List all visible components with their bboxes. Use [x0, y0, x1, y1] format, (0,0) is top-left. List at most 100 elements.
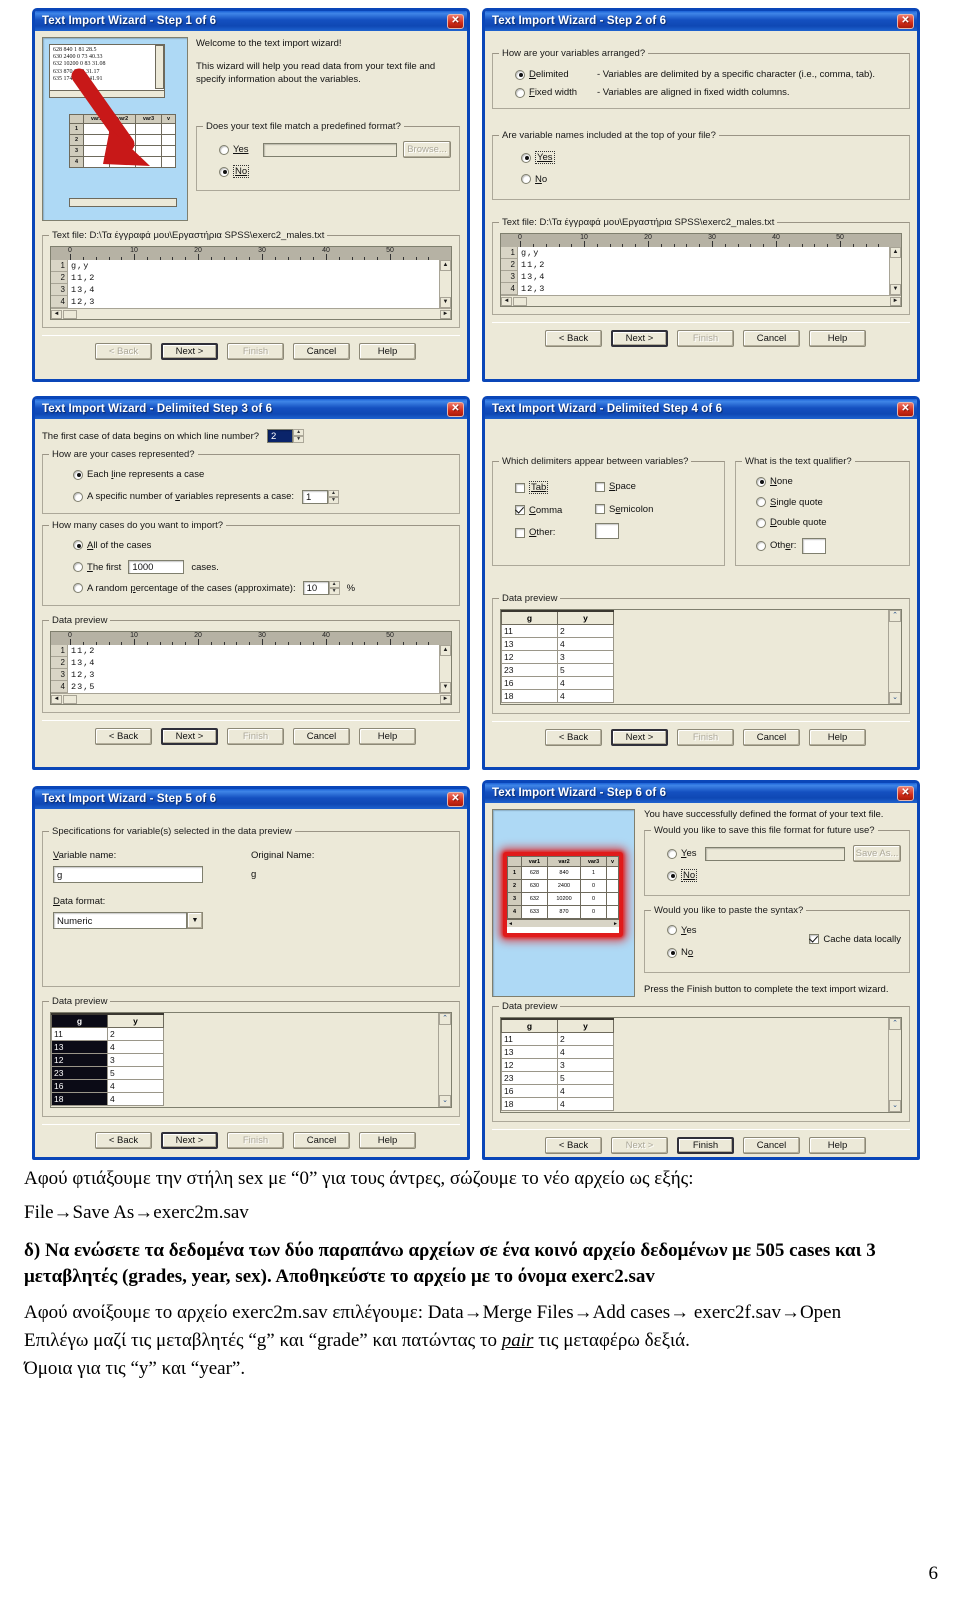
next-button[interactable]: Next >	[161, 343, 218, 360]
radio-qualifier-double[interactable]: Double quote	[756, 517, 827, 528]
column-header-selected[interactable]: g	[51, 1013, 108, 1028]
help-button[interactable]: Help	[809, 1137, 866, 1154]
dialog-step-2[interactable]: Text Import Wizard - Step 2 of 6 ✕ How a…	[482, 8, 920, 382]
first-case-spinner[interactable]: 2 ▲ ▼	[267, 429, 305, 443]
specific-number-spinner[interactable]: 1 ▲ ▼	[302, 489, 339, 504]
cancel-button[interactable]: Cancel	[293, 1132, 350, 1149]
help-button[interactable]: Help	[359, 1132, 416, 1149]
dialog-step-4[interactable]: Text Import Wizard - Delimited Step 4 of…	[482, 396, 920, 770]
grid-vscrollbar[interactable]: ⌃ ⌄	[438, 1013, 451, 1107]
back-button[interactable]: < Back	[95, 343, 152, 360]
dialog-step-3[interactable]: Text Import Wizard - Delimited Step 3 of…	[32, 396, 470, 770]
finish-button[interactable]: Finish	[227, 1132, 284, 1149]
scroll-left-icon[interactable]: ◄	[508, 921, 513, 927]
back-button[interactable]: < Back	[545, 1137, 602, 1154]
scroll-right-icon[interactable]: ►	[440, 309, 451, 319]
close-icon[interactable]: ✕	[897, 401, 914, 417]
scroll-left-icon[interactable]: ◄	[51, 694, 62, 704]
radio-save-no[interactable]: No	[667, 869, 698, 882]
checkbox-space[interactable]: Space	[595, 481, 636, 492]
scroll-down-icon[interactable]: ▼	[890, 284, 901, 295]
help-button[interactable]: Help	[809, 728, 866, 746]
cancel-button[interactable]: Cancel	[743, 1137, 800, 1154]
file-preview-2[interactable]: 0 10 20 30 40 50 1 2 3 4 g,y 11,2 13,4 1…	[500, 233, 902, 307]
scroll-up-icon[interactable]: ▲	[440, 645, 451, 656]
scroll-down-icon[interactable]: ⌄	[439, 1095, 451, 1107]
back-button[interactable]: < Back	[95, 728, 152, 745]
preview-hscrollbar[interactable]: ◄ ►	[51, 693, 451, 704]
close-icon[interactable]: ✕	[447, 791, 464, 807]
next-button[interactable]: Next >	[611, 330, 668, 347]
radio-yes[interactable]: Yes	[219, 144, 249, 155]
column-header[interactable]: y	[557, 609, 614, 625]
finish-button[interactable]: Finish	[227, 343, 284, 360]
checkbox-cache-data[interactable]: Cache data locally	[809, 934, 901, 945]
data-grid-4[interactable]: g y 11 2 13 4 12 3 23 5 16 4 18 4 ⌃ ⌄	[500, 608, 902, 705]
scroll-down-icon[interactable]: ⌄	[889, 691, 901, 704]
spinner-buttons[interactable]: ▲ ▼	[293, 429, 305, 443]
finish-button[interactable]: Finish	[227, 728, 284, 745]
close-icon[interactable]: ✕	[447, 401, 464, 417]
save-as-button[interactable]: Save As...	[853, 845, 901, 862]
spinner-buttons[interactable]: ▲ ▼	[328, 489, 339, 504]
browse-button[interactable]: Browse...	[403, 141, 451, 158]
scroll-thumb[interactable]	[63, 694, 77, 704]
radio-delimited[interactable]: Delimited	[515, 69, 597, 80]
random-percent-spinner[interactable]: 10 ▲ ▼	[302, 581, 340, 595]
scroll-up-icon[interactable]: ⌃	[889, 1018, 901, 1030]
file-preview-3[interactable]: 0 10 20 30 40 50 1 2 3 4 11,2 13,4 12,3 …	[50, 631, 452, 705]
preview-vscrollbar[interactable]: ▲ ▼	[889, 247, 901, 295]
radio-each-line[interactable]: Each line represents a case	[73, 469, 204, 480]
cancel-button[interactable]: Cancel	[743, 728, 800, 746]
preview-vscrollbar[interactable]: ▲ ▼	[439, 260, 451, 308]
scroll-up-icon[interactable]: ⌃	[439, 1013, 451, 1025]
scroll-thumb[interactable]	[63, 309, 77, 319]
scroll-up-icon[interactable]: ▲	[890, 247, 901, 258]
mini-grid-scrollbar[interactable]: ◄ ►	[507, 919, 619, 927]
chevron-down-icon[interactable]: ▼	[187, 912, 203, 929]
checkbox-semicolon[interactable]: Semicolon	[595, 504, 653, 515]
scroll-down-icon[interactable]: ⌄	[889, 1100, 901, 1112]
data-grid-5[interactable]: g y 11 2 13 4 12 3 23 5 16 4 18 4 ⌃ ⌄	[50, 1012, 452, 1108]
preview-vscrollbar[interactable]: ▲ ▼	[439, 645, 451, 693]
radio-qualifier-other[interactable]: Other:	[756, 540, 796, 551]
scroll-right-icon[interactable]: ►	[890, 296, 901, 306]
file-preview-1[interactable]: 0 10 20 30 40 50 1 2 3 4 g,y 11,2 13,4 1…	[50, 246, 452, 320]
radio-all-cases[interactable]: All of the cases	[73, 540, 151, 551]
close-icon[interactable]: ✕	[897, 785, 914, 801]
specific-number-input[interactable]: 1	[302, 489, 328, 504]
next-button[interactable]: Next >	[611, 728, 668, 746]
scroll-up-icon[interactable]: ▲	[440, 260, 451, 271]
save-path-input[interactable]	[704, 846, 845, 861]
cancel-button[interactable]: Cancel	[293, 343, 350, 360]
random-percent-input[interactable]: 10	[302, 581, 329, 595]
other-delimiter-input[interactable]	[595, 523, 619, 539]
help-button[interactable]: Help	[359, 728, 416, 745]
preview-hscrollbar[interactable]: ◄ ►	[501, 295, 901, 306]
radio-no[interactable]: No	[219, 165, 250, 178]
variable-name-input[interactable]: g	[53, 866, 203, 883]
radio-save-yes[interactable]: Yes	[667, 848, 697, 859]
column-header[interactable]: y	[557, 1018, 614, 1033]
close-icon[interactable]: ✕	[897, 13, 914, 29]
radio-first-n[interactable]: The first	[73, 562, 121, 573]
radio-paste-no[interactable]: No	[667, 947, 693, 958]
dialog-step-5[interactable]: Text Import Wizard - Step 5 of 6 ✕ Speci…	[32, 786, 470, 1160]
help-button[interactable]: Help	[359, 343, 416, 360]
first-n-input[interactable]: 1000	[128, 560, 185, 574]
radio-fixed-width[interactable]: Fixed width	[515, 87, 597, 98]
back-button[interactable]: < Back	[545, 330, 602, 347]
radio-paste-yes[interactable]: Yes	[667, 925, 697, 936]
scroll-thumb[interactable]	[513, 296, 527, 306]
scroll-left-icon[interactable]: ◄	[501, 296, 512, 306]
spinner-buttons[interactable]: ▲ ▼	[328, 581, 340, 595]
dialog-step-1[interactable]: Text Import Wizard - Step 1 of 6 ✕ 628 8…	[32, 8, 470, 382]
finish-button[interactable]: Finish	[677, 728, 734, 746]
data-grid-6[interactable]: g y 11 2 13 4 12 3 23 5 16 4 18 4 ⌃ ⌄	[500, 1017, 902, 1113]
predefined-format-input[interactable]	[262, 142, 397, 157]
first-case-input[interactable]: 2	[267, 429, 294, 443]
column-header[interactable]: g	[501, 1018, 558, 1033]
grid-vscrollbar[interactable]: ⌃ ⌄	[888, 609, 901, 704]
radio-qualifier-none[interactable]: None	[756, 476, 793, 487]
radio-random-percent[interactable]: A random percentage of the cases (approx…	[73, 583, 296, 594]
